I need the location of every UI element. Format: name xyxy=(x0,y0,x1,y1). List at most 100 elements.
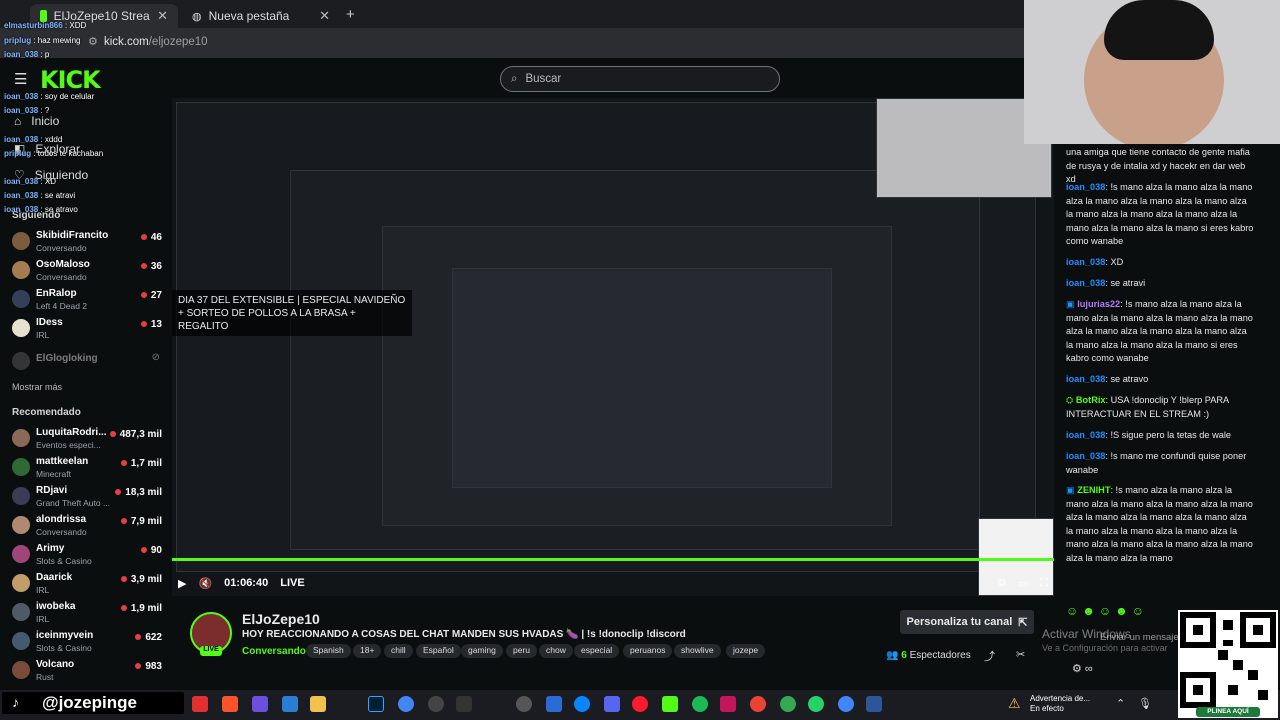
steam-icon[interactable] xyxy=(516,696,532,712)
close-icon[interactable]: ✕ xyxy=(319,8,330,24)
recommended-channel[interactable]: Daarick IRL 3,9 mil xyxy=(12,572,162,600)
overlay-text: : p xyxy=(40,50,50,59)
opera-icon[interactable] xyxy=(632,696,648,712)
recommended-channel[interactable]: mattkeelan Minecraft 1,7 mil xyxy=(12,456,162,484)
discord-icon[interactable] xyxy=(604,696,620,712)
pip-icon[interactable]: ⧉ xyxy=(998,577,1006,590)
obs-icon[interactable] xyxy=(428,696,444,712)
recommended-channel[interactable]: iwobeka IRL 1,9 mil xyxy=(12,601,162,629)
chrome-icon[interactable] xyxy=(398,696,414,712)
chrome-alt-icon[interactable] xyxy=(750,696,766,712)
edge-icon[interactable] xyxy=(574,696,590,712)
photoshop-icon[interactable] xyxy=(368,696,384,712)
stream-category[interactable]: Conversando xyxy=(242,646,306,657)
folder-icon[interactable] xyxy=(310,696,326,712)
brave-icon[interactable] xyxy=(222,696,238,712)
viewers-label: Espectadores xyxy=(909,650,971,661)
stream-title: HOY REACCIONANDO A COSAS DEL CHAT MANDEN… xyxy=(242,629,686,640)
video-player[interactable] xyxy=(172,98,1054,596)
store-icon[interactable] xyxy=(282,696,298,712)
copilot-icon[interactable] xyxy=(252,696,268,712)
recommended-channel[interactable]: Volcano Rust 983 xyxy=(12,659,162,687)
microphone-icon[interactable]: 🎙 xyxy=(1138,697,1152,710)
word-icon[interactable] xyxy=(866,696,882,712)
tag[interactable]: peruanos xyxy=(623,644,673,658)
youtube-icon[interactable] xyxy=(192,696,208,712)
warning-icon[interactable]: ⚠ xyxy=(1008,695,1021,712)
following-channel[interactable]: SkibidiFrancito Conversando 46 xyxy=(12,230,162,258)
spotify-icon[interactable] xyxy=(692,696,708,712)
system-notice[interactable]: Advertencia de... En efecto xyxy=(1030,694,1090,714)
tag[interactable]: Spanish xyxy=(306,644,351,658)
tag[interactable]: chill xyxy=(384,644,413,658)
menu-icon[interactable]: ☰ xyxy=(14,70,27,88)
progress-bar[interactable] xyxy=(172,558,1054,561)
tag[interactable]: 18+ xyxy=(353,644,382,658)
chat-username[interactable]: lujurias22 xyxy=(1077,299,1120,309)
live-label: LIVE xyxy=(280,577,305,589)
viewer-count: 7,9 mil xyxy=(121,516,162,527)
recommended-channel[interactable]: iceinmyvein Slots & Casino 622 xyxy=(12,630,162,658)
play-icon[interactable]: ▶ xyxy=(178,577,186,590)
show-more-link[interactable]: Mostrar más xyxy=(12,382,62,392)
new-tab-button[interactable]: + xyxy=(346,6,355,23)
search-input[interactable]: ⌕ Buscar xyxy=(500,66,780,92)
recommended-channel[interactable]: LuquitaRodri... Eventos especi... 487,3 mi… xyxy=(12,427,162,455)
emote-bar[interactable]: ☺☻☺☻☺ xyxy=(1066,604,1176,620)
following-channel[interactable]: EnRalop Left 4 Dead 2 27 xyxy=(12,288,162,316)
personalize-channel-button[interactable]: Personaliza tu canal ⇱ xyxy=(900,610,1034,634)
volume-muted-icon[interactable]: 🔇 xyxy=(198,577,212,590)
app-icon[interactable] xyxy=(546,696,562,712)
chat-username[interactable]: ioan_038 xyxy=(1066,278,1105,288)
chat-username[interactable]: ZENIHT xyxy=(1077,485,1110,495)
overlay-user: ioan_038 xyxy=(4,191,39,200)
chat-text: una amiga que tiene contacto de gente ma… xyxy=(1066,147,1250,184)
streamer-name[interactable]: ElJoZepe10 xyxy=(242,611,320,627)
kick-icon[interactable] xyxy=(662,696,678,712)
tag[interactable]: gaming xyxy=(461,644,503,658)
chat-username[interactable]: ioan_038 xyxy=(1066,451,1105,461)
chrome-third-icon[interactable] xyxy=(838,696,854,712)
capcut-x-icon[interactable] xyxy=(720,696,736,712)
overlay-chat-line: elmasturbin866 : XDD xyxy=(4,21,86,30)
recommended-channel[interactable]: Arimy Slots & Casino 90 xyxy=(12,543,162,571)
clip-icon[interactable]: ✂ xyxy=(1016,648,1025,661)
following-channel[interactable]: IDess IRL 13 xyxy=(12,317,162,345)
chrome-profile-icon[interactable] xyxy=(780,696,796,712)
qr-code-label: PLINEA AQUÍ xyxy=(1196,707,1260,717)
recommended-channel[interactable]: alondrissa Conversando 7,9 mil xyxy=(12,514,162,542)
url-text[interactable]: kick.com/eljozepe10 xyxy=(104,36,208,48)
tag[interactable]: jozepe xyxy=(726,644,766,658)
recommended-channel[interactable]: RDjavi Grand Theft Auto ... 18,3 mil xyxy=(12,485,162,513)
channel-category: Left 4 Dead 2 xyxy=(36,301,88,311)
capcut-icon[interactable] xyxy=(456,696,472,712)
chat-username[interactable]: BotRix xyxy=(1076,395,1106,405)
tag[interactable]: peru xyxy=(506,644,538,658)
viewer-count: 36 xyxy=(141,261,162,272)
chat-username[interactable]: ioan_038 xyxy=(1066,257,1105,267)
share-icon[interactable]: ⤴ xyxy=(984,648,995,664)
theater-icon[interactable]: ▭ xyxy=(1018,577,1028,590)
whatsapp-icon[interactable] xyxy=(808,696,824,712)
chevron-up-icon[interactable]: ⌃ xyxy=(1116,697,1125,710)
tag[interactable]: Español xyxy=(416,644,461,658)
home-icon: ⌂ xyxy=(14,114,22,128)
chat-username[interactable]: ioan_038 xyxy=(1066,374,1105,384)
kick-logo[interactable]: KICK xyxy=(40,66,101,94)
badge-icon: ▣ xyxy=(1066,485,1075,495)
tag[interactable]: especial xyxy=(574,644,620,658)
tag[interactable]: showlive xyxy=(674,644,721,658)
overlay-text: : haz mewing xyxy=(33,36,81,45)
tag[interactable]: chow xyxy=(539,644,573,658)
settings-icon[interactable]: ⚙ ∞ xyxy=(1072,662,1093,675)
fullscreen-icon[interactable]: ⛶ xyxy=(1040,577,1048,590)
chat-username[interactable]: ioan_038 xyxy=(1066,430,1105,440)
chat-username[interactable]: ioan_038 xyxy=(1066,182,1105,192)
following-channel-offline[interactable]: ElGlogloking ⊘ xyxy=(12,350,162,378)
tab-new[interactable]: ◍ Nueva pestaña ✕ xyxy=(182,4,340,28)
following-channel[interactable]: OsoMaloso Conversando 36 xyxy=(12,259,162,287)
nav-inicio[interactable]: ⌂ Inicio xyxy=(14,114,59,128)
close-icon[interactable]: ✕ xyxy=(157,8,168,24)
overlay-text: : soy de celular xyxy=(40,92,95,101)
site-info-icon[interactable]: ⚙ xyxy=(88,35,98,48)
